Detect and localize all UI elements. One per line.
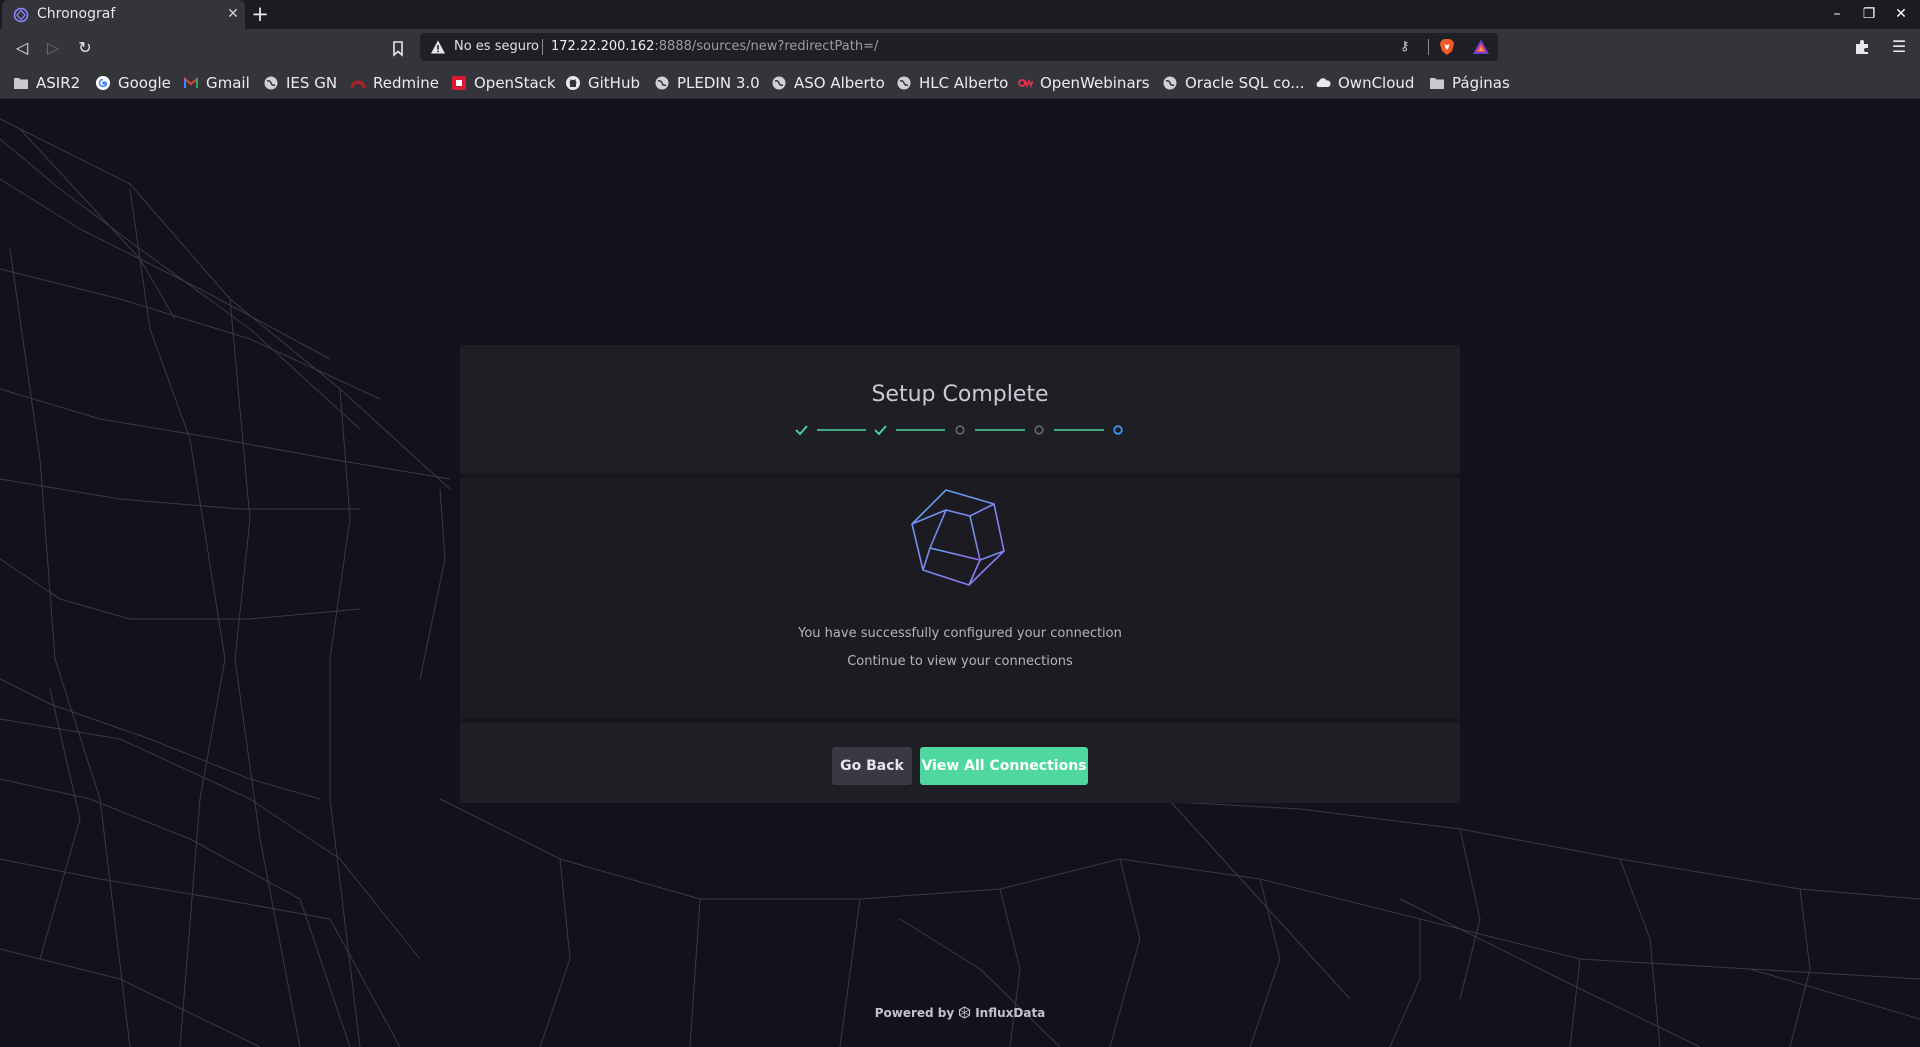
bookmark-label: Redmine	[373, 74, 440, 92]
step-2-complete	[874, 425, 887, 436]
bookmark-pledin[interactable]: PLEDIN 3.0	[654, 71, 760, 95]
chronograf-icon	[13, 7, 29, 23]
brave-rewards-icon[interactable]	[1472, 38, 1490, 56]
continue-message: Continue to view your connections	[847, 654, 1073, 669]
toolbar: ◁ ▷ ↻ No es seguro 172.22.200.162:8888/s…	[0, 29, 1920, 66]
bookmark-label: Gmail	[206, 74, 250, 92]
bookmark-paginas[interactable]: Páginas	[1429, 71, 1510, 95]
url-path: :8888/sources/new?redirectPath=/	[654, 39, 879, 54]
chronograf-page: Setup Complete You have successfully con…	[0, 99, 1920, 1047]
bookmark-ies-gn[interactable]: IES GN	[263, 71, 337, 95]
setup-wizard: Setup Complete You have successfully con…	[460, 345, 1460, 803]
bookmark-aso-alberto[interactable]: ASO Alberto	[771, 71, 885, 95]
url-host: 172.22.200.162	[551, 39, 655, 54]
bookmark-google[interactable]: Google	[95, 71, 171, 95]
influxdata-icon	[959, 1006, 971, 1019]
url-separator-2	[1428, 39, 1429, 55]
step-5-current	[1113, 425, 1123, 435]
bookmark-label: Páginas	[1452, 74, 1510, 92]
minimize-icon[interactable]: –	[1824, 3, 1850, 25]
bookmark-redmine[interactable]: Redmine	[350, 71, 439, 95]
bookmarks-bar: ASIR2 Google Gmail IES GN Redmine OpenSt…	[0, 66, 1920, 99]
wizard-body: You have successfully configured your co…	[460, 473, 1460, 723]
tab-title: Chronograf	[37, 6, 116, 22]
url-separator	[542, 39, 543, 55]
wizard-header: Setup Complete	[460, 345, 1460, 473]
tab-bar: Chronograf ✕ + – ❐ ✕	[0, 0, 1920, 29]
step-3-incomplete	[955, 425, 965, 435]
brave-shields-icon[interactable]	[1438, 38, 1456, 56]
extensions-icon[interactable]	[1852, 37, 1872, 57]
bookmark-gmail[interactable]: Gmail	[183, 71, 250, 95]
bookmark-oracle-sql[interactable]: Oracle SQL co...	[1162, 71, 1305, 95]
bookmark-label: OwnCloud	[1338, 74, 1415, 92]
bookmark-label: Google	[118, 74, 171, 92]
bookmark-label: HLC Alberto	[919, 74, 1009, 92]
bookmark-label: OpenWebinars	[1040, 74, 1150, 92]
github-icon	[566, 76, 580, 90]
menu-icon[interactable]: ☰	[1887, 35, 1911, 59]
polyhedron-icon	[911, 489, 1005, 586]
globe-icon	[897, 76, 911, 90]
wizard-footer: Go Back View All Connections	[460, 723, 1460, 803]
bookmark-openstack[interactable]: OpenStack	[451, 71, 556, 95]
go-back-button[interactable]: Go Back	[832, 747, 912, 785]
bookmark-asir2[interactable]: ASIR2	[13, 71, 80, 95]
close-tab-icon[interactable]: ✕	[223, 3, 243, 25]
bookmark-owncloud[interactable]: OwnCloud	[1315, 71, 1414, 95]
bookmark-hlc-alberto[interactable]: HLC Alberto	[896, 71, 1008, 95]
bookmark-label: GitHub	[588, 74, 640, 92]
bookmark-github[interactable]: GitHub	[565, 71, 640, 95]
influxdata-link[interactable]: InfluxData	[975, 1006, 1045, 1020]
bookmark-label: Oracle SQL co...	[1185, 74, 1305, 92]
new-tab-icon[interactable]: +	[248, 2, 272, 26]
back-icon[interactable]: ◁	[8, 34, 36, 62]
view-all-connections-button[interactable]: View All Connections	[920, 747, 1088, 785]
wizard-title: Setup Complete	[871, 382, 1049, 407]
forward-icon[interactable]: ▷	[39, 34, 67, 62]
success-message: You have successfully configured your co…	[798, 626, 1122, 641]
folder-icon	[1430, 78, 1444, 89]
step-4-incomplete	[1034, 425, 1044, 435]
powered-by: Powered by InfluxData	[0, 1006, 1920, 1020]
address-bar[interactable]: No es seguro 172.22.200.162:8888/sources…	[420, 33, 1498, 61]
owncloud-icon	[1316, 78, 1331, 87]
bookmark-openwebinars[interactable]: OpenWebinars	[1017, 71, 1150, 95]
google-icon	[96, 76, 110, 90]
openwebinars-icon	[1018, 78, 1033, 89]
key-icon[interactable]: ⚷	[1400, 39, 1418, 55]
folder-icon	[14, 78, 28, 89]
reload-icon[interactable]: ↻	[71, 34, 99, 62]
wizard-progress	[795, 425, 1123, 436]
restore-icon[interactable]: ❐	[1856, 3, 1882, 25]
bookmark-page-icon[interactable]	[385, 34, 411, 62]
globe-icon	[655, 76, 669, 90]
gmail-icon	[184, 76, 198, 88]
powered-by-label: Powered by	[874, 1006, 955, 1020]
openstack-icon	[452, 76, 466, 90]
bookmark-label: IES GN	[286, 74, 338, 92]
redmine-icon	[350, 80, 366, 89]
bookmark-label: PLEDIN 3.0	[677, 74, 760, 92]
warning-icon[interactable]	[430, 39, 446, 55]
bookmark-label: ASO Alberto	[794, 74, 885, 92]
globe-icon	[264, 76, 278, 90]
close-window-icon[interactable]: ✕	[1888, 3, 1914, 25]
globe-icon	[772, 76, 786, 90]
bookmark-label: ASIR2	[36, 74, 81, 92]
tab-chronograf[interactable]: Chronograf ✕	[2, 0, 245, 29]
bookmark-label: OpenStack	[474, 74, 556, 92]
globe-icon	[1163, 76, 1177, 90]
url-text[interactable]: 172.22.200.162:8888/sources/new?redirect…	[551, 39, 878, 54]
security-label[interactable]: No es seguro	[454, 39, 539, 54]
step-1-complete	[795, 425, 808, 436]
